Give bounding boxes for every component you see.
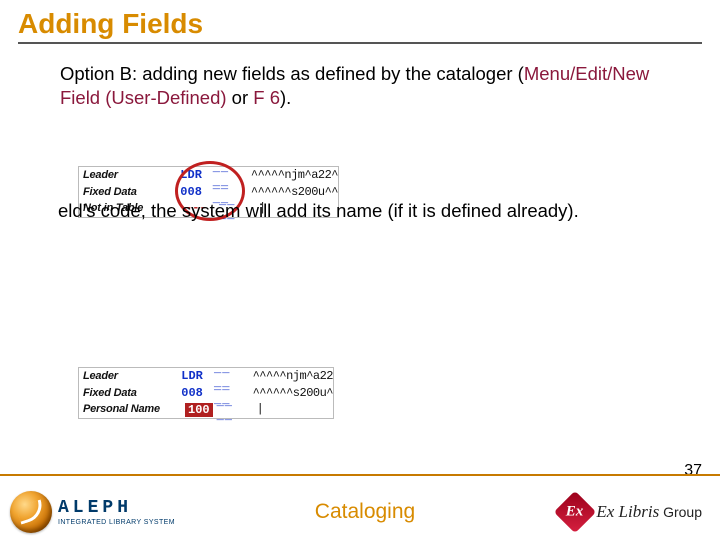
table-row: Leader LDR __ __ ^^^^^njm^a22^ — [79, 167, 338, 184]
field-code: 008 — [180, 185, 212, 199]
screenshot-after: Leader LDR __ __ ^^^^^njm^a22 Fixed Data… — [78, 367, 334, 419]
footer: ALEPH INTEGRATED LIBRARY SYSTEM Catalogi… — [0, 484, 720, 540]
footer-rule — [0, 474, 720, 476]
p1c: or — [227, 87, 254, 108]
field-value: ^^^^^^s200u^^ — [251, 185, 338, 199]
field-code: LDR — [181, 369, 214, 383]
table-row: Personal Name 100 __ __ | — [79, 401, 333, 418]
field-code-selected: 100 — [185, 403, 213, 417]
field-value: ^^^^^njm^a22 — [253, 369, 333, 383]
p1e: ). — [280, 87, 291, 108]
field-label: Fixed Data — [79, 387, 181, 399]
midline-text: eld's code, the system will add its name… — [58, 199, 668, 223]
table-row: Fixed Data 008 __ __ ^^^^^^s200u^ — [79, 385, 333, 402]
brand-right: Ex Ex Libris Group — [520, 484, 720, 540]
brand-left: ALEPH INTEGRATED LIBRARY SYSTEM — [0, 484, 210, 540]
table-row: Fixed Data 008 __ __ ^^^^^^s200u^^ — [79, 184, 338, 201]
p1a: Option B: adding new fields as defined b… — [60, 63, 524, 84]
field-label: Fixed Data — [79, 186, 180, 198]
field-label: Leader — [79, 169, 180, 181]
shortcut-key: F 6 — [253, 87, 280, 108]
page-number: 37 — [684, 462, 702, 480]
field-value: ^^^^^njm^a22^ — [251, 168, 338, 182]
brand-subtitle: INTEGRATED LIBRARY SYSTEM — [58, 519, 175, 526]
field-code: 008 — [181, 386, 214, 400]
field-label: Personal Name — [79, 403, 185, 415]
table-row: Leader LDR __ __ ^^^^^njm^a22 — [79, 368, 333, 385]
field-value: ^^^^^^s200u^ — [253, 386, 333, 400]
exlibris-name: Ex Libris Group — [596, 502, 702, 522]
field-value: | — [257, 402, 333, 416]
footer-title: Cataloging — [210, 484, 520, 540]
brand-name: ALEPH — [58, 499, 175, 517]
indicators: __ __ — [217, 395, 257, 423]
aleph-logo-icon — [10, 491, 52, 533]
field-code: LDR — [180, 168, 212, 182]
exlibris-logo-icon: Ex — [554, 491, 596, 533]
body-text: Option B: adding new fields as defined b… — [0, 44, 720, 109]
slide-title: Adding Fields — [0, 0, 720, 42]
field-label: Leader — [79, 370, 181, 382]
